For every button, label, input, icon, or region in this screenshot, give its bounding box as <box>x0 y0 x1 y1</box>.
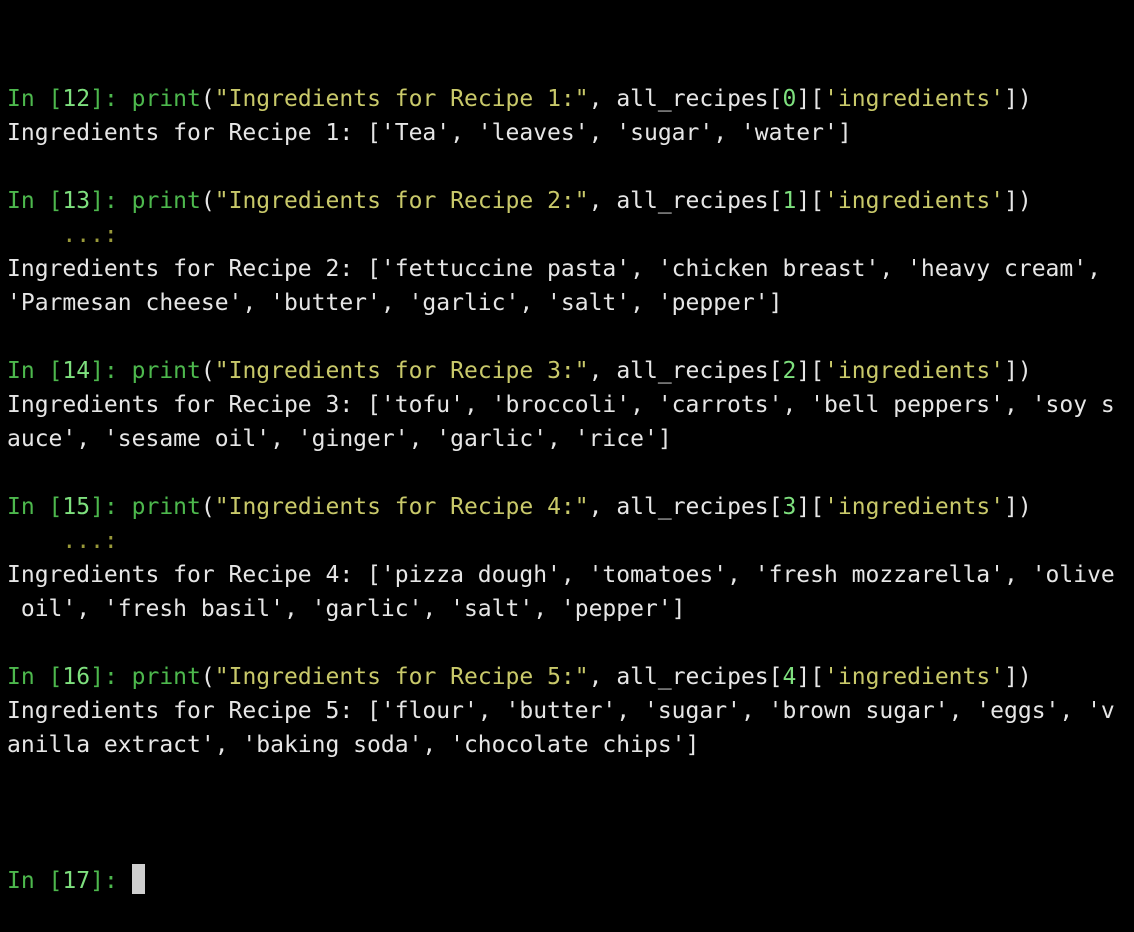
args-text: , all_recipes[ <box>588 494 783 520</box>
open-paren: ( <box>200 86 215 112</box>
args-text: ][ <box>796 664 825 690</box>
string-literal: "Ingredients for Recipe 5:" <box>214 664 589 690</box>
index-literal: 0 <box>782 86 797 112</box>
output-line: Ingredients for Recipe 2: ['fettuccine p… <box>7 256 1101 282</box>
ipython-terminal[interactable]: In [12]: print("Ingredients for Recipe 1… <box>7 14 1134 932</box>
input-line[interactable]: In [16]: print("Ingredients for Recipe 5… <box>7 660 1134 694</box>
key-literal: 'ingredients' <box>824 358 1005 384</box>
active-prompt-line[interactable]: In [17]: <box>7 864 1134 898</box>
args-end: ]) <box>1004 664 1032 690</box>
args-text: ][ <box>796 358 825 384</box>
index-literal: 2 <box>782 358 797 384</box>
prompt-close: ]: <box>90 868 132 894</box>
index-literal: 4 <box>782 664 797 690</box>
function-name: print <box>131 664 201 690</box>
args-text: ][ <box>796 86 825 112</box>
index-literal: 1 <box>782 188 797 214</box>
prompt-in-label: In [ <box>7 494 63 520</box>
prompt-in-label: In [ <box>7 868 63 894</box>
args-end: ]) <box>1004 494 1032 520</box>
prompt-number: 12 <box>62 86 91 112</box>
args-end: ]) <box>1004 358 1032 384</box>
key-literal: 'ingredients' <box>824 664 1005 690</box>
open-paren: ( <box>200 188 215 214</box>
args-end: ]) <box>1004 86 1032 112</box>
args-text: , all_recipes[ <box>588 664 783 690</box>
open-paren: ( <box>200 494 215 520</box>
prompt-close: ]: <box>90 664 132 690</box>
open-paren: ( <box>200 358 215 384</box>
cell-history: In [12]: print("Ingredients for Recipe 1… <box>7 82 1134 796</box>
function-name: print <box>131 358 201 384</box>
input-line[interactable]: In [13]: print("Ingredients for Recipe 2… <box>7 184 1134 218</box>
args-end: ]) <box>1004 188 1032 214</box>
continuation-prompt: ...: <box>7 528 118 554</box>
string-literal: "Ingredients for Recipe 3:" <box>214 358 589 384</box>
string-literal: "Ingredients for Recipe 2:" <box>214 188 589 214</box>
prompt-close: ]: <box>90 494 132 520</box>
args-text: , all_recipes[ <box>588 86 783 112</box>
prompt-close: ]: <box>90 358 132 384</box>
prompt-number: 16 <box>62 664 91 690</box>
prompt-in-label: In [ <box>7 664 63 690</box>
prompt-number: 13 <box>62 188 91 214</box>
key-literal: 'ingredients' <box>824 188 1005 214</box>
function-name: print <box>131 494 201 520</box>
string-literal: "Ingredients for Recipe 1:" <box>214 86 589 112</box>
output-line: Ingredients for Recipe 3: ['tofu', 'broc… <box>7 392 1115 418</box>
prompt-number: 15 <box>62 494 91 520</box>
function-name: print <box>131 86 201 112</box>
args-text: , all_recipes[ <box>588 188 783 214</box>
prompt-number: 17 <box>62 868 91 894</box>
key-literal: 'ingredients' <box>824 494 1005 520</box>
input-line[interactable]: In [15]: print("Ingredients for Recipe 4… <box>7 490 1134 524</box>
prompt-close: ]: <box>90 188 132 214</box>
input-line[interactable]: In [12]: print("Ingredients for Recipe 1… <box>7 82 1134 116</box>
prompt-in-label: In [ <box>7 358 63 384</box>
prompt-in-label: In [ <box>7 188 63 214</box>
output-line: Ingredients for Recipe 1: ['Tea', 'leave… <box>7 120 852 146</box>
args-text: ][ <box>796 494 825 520</box>
function-name: print <box>131 188 201 214</box>
index-literal: 3 <box>782 494 797 520</box>
string-literal: "Ingredients for Recipe 4:" <box>214 494 589 520</box>
continuation-prompt: ...: <box>7 222 118 248</box>
output-line: oil', 'fresh basil', 'garlic', 'salt', '… <box>7 596 686 622</box>
prompt-close: ]: <box>90 86 132 112</box>
output-line: 'Parmesan cheese', 'butter', 'garlic', '… <box>7 290 783 316</box>
key-literal: 'ingredients' <box>824 86 1005 112</box>
prompt-in-label: In [ <box>7 86 63 112</box>
open-paren: ( <box>200 664 215 690</box>
input-line[interactable]: In [14]: print("Ingredients for Recipe 3… <box>7 354 1134 388</box>
prompt-number: 14 <box>62 358 91 384</box>
args-text: ][ <box>796 188 825 214</box>
output-line: anilla extract', 'baking soda', 'chocola… <box>7 732 700 758</box>
text-cursor[interactable] <box>131 864 145 894</box>
args-text: , all_recipes[ <box>588 358 783 384</box>
output-line: Ingredients for Recipe 4: ['pizza dough'… <box>7 562 1115 588</box>
output-line: Ingredients for Recipe 5: ['flour', 'but… <box>7 698 1115 724</box>
output-line: auce', 'sesame oil', 'ginger', 'garlic',… <box>7 426 672 452</box>
